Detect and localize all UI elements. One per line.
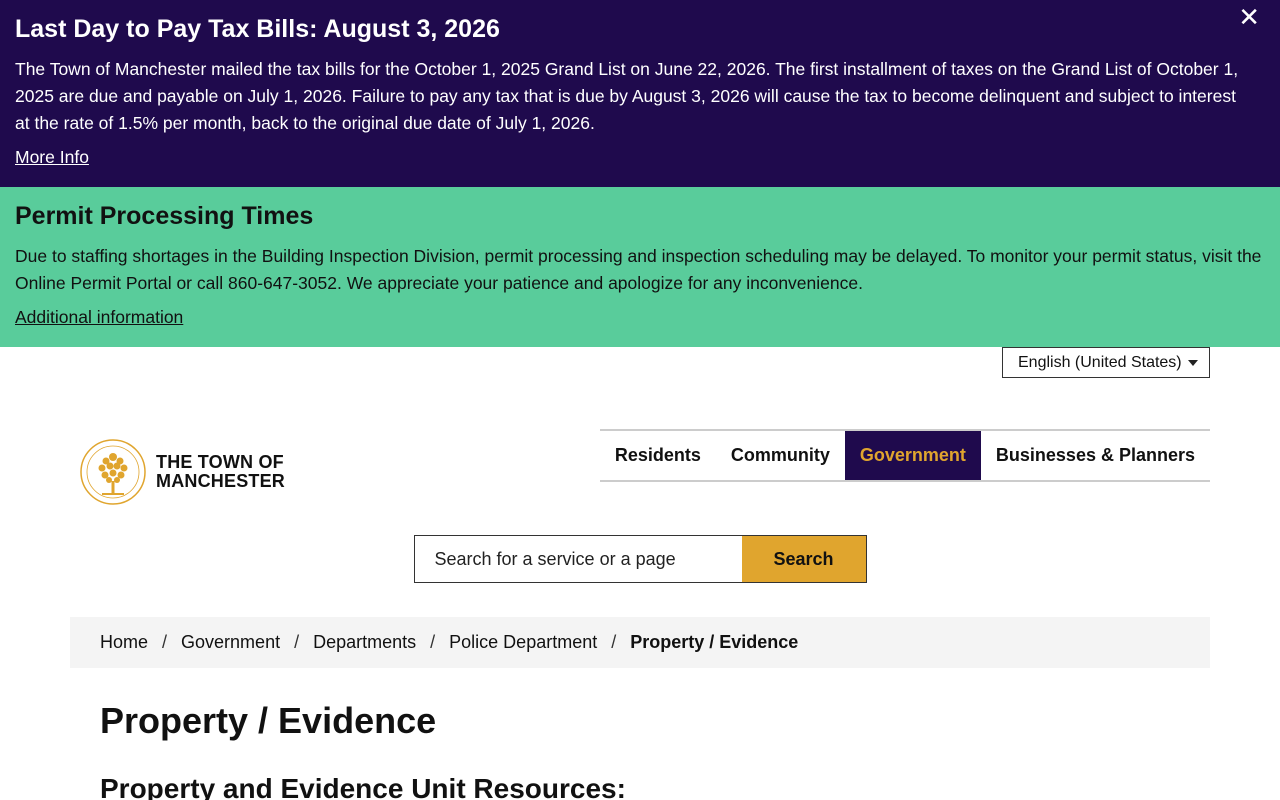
caret-down-icon [1188,359,1198,366]
breadcrumb-police-department[interactable]: Police Department [449,632,597,653]
page-title: Property / Evidence [100,700,437,741]
nav-item-government[interactable]: Government [844,431,981,480]
search-button[interactable]: Search [741,536,866,582]
main-navigation: Residents Community Government Businesse… [599,429,1210,482]
breadcrumb-current-page: Property / Evidence [630,632,799,652]
breadcrumb-separator: / [162,632,168,652]
nav-item-residents[interactable]: Residents [600,431,716,480]
town-name: THE TOWN OF MANCHESTER [156,453,285,491]
language-bar: English (United States) [0,347,1280,429]
breadcrumb-departments[interactable]: Departments [313,632,416,653]
additional-information-link[interactable]: Additional information [15,307,183,327]
breadcrumb-home[interactable]: Home [100,632,148,653]
more-info-link[interactable]: More Info [15,147,89,167]
breadcrumb-separator: / [611,632,617,652]
permit-alert-banner: Permit Processing Times Due to staffing … [0,187,1280,347]
tax-alert-banner: Last Day to Pay Tax Bills: August 3, 202… [0,0,1280,187]
tax-alert-body: The Town of Manchester mailed the tax bi… [15,59,1239,133]
section-title: Property and Evidence Unit Resources: [100,773,626,800]
nav-item-community[interactable]: Community [716,431,845,480]
town-seal-icon [80,439,146,505]
town-name-line1: THE TOWN OF [156,452,284,472]
language-selected-value: English (United States) [1018,353,1182,371]
search-input[interactable] [414,536,742,582]
permit-alert-title: Permit Processing Times [15,202,314,230]
breadcrumb-separator: / [430,632,436,652]
search-form: Search [413,535,867,583]
close-alert-button[interactable]: ✕ [1238,5,1260,31]
breadcrumb-separator: / [294,632,300,652]
nav-item-businesses-planners[interactable]: Businesses & Planners [981,431,1210,480]
breadcrumb-government[interactable]: Government [181,632,280,653]
town-name-line2: MANCHESTER [156,471,286,491]
language-select[interactable]: English (United States) [1002,347,1210,378]
site-header: THE TOWN OF MANCHESTER Residents Communi… [0,429,1280,529]
tax-alert-title: Last Day to Pay Tax Bills: August 3, 202… [15,15,500,43]
permit-alert-body: Due to staffing shortages in the Buildin… [15,246,1262,293]
search-section: Search [0,529,1280,617]
town-logo[interactable]: THE TOWN OF MANCHESTER [80,439,285,505]
breadcrumb: Home / Government / Departments / Police… [70,617,1210,668]
